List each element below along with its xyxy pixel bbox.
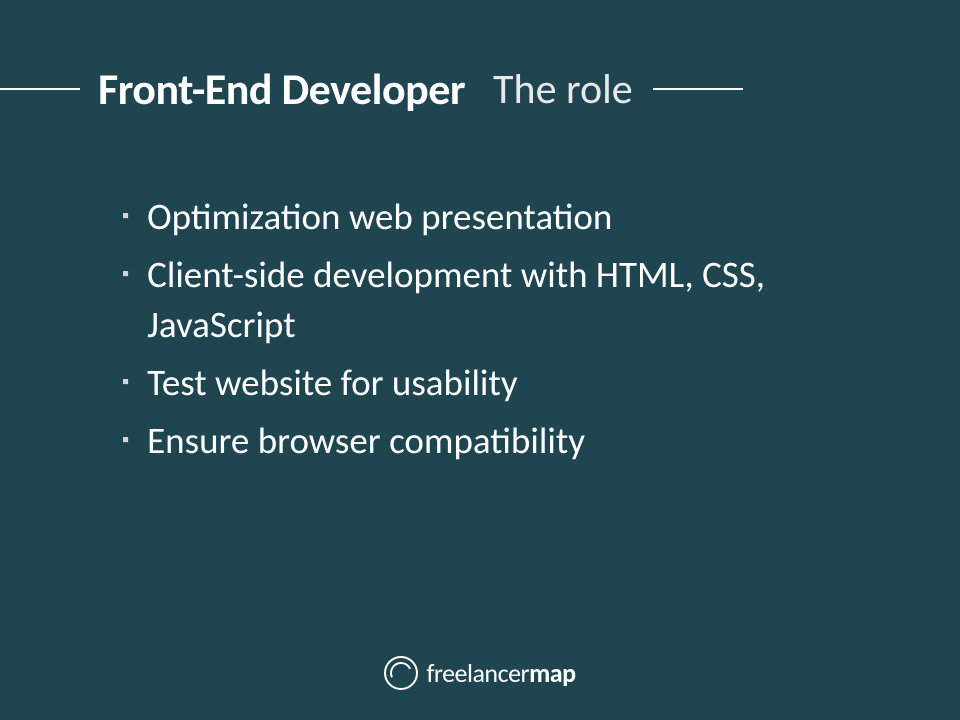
slide-title-main: Front-End Developer — [98, 62, 465, 116]
brand-name: freelancermap — [426, 657, 575, 689]
brand-prefix: freelancer — [426, 657, 529, 689]
list-item: ▪ Ensure browser compatibility — [122, 416, 880, 466]
slide-title-sub: The role — [493, 64, 633, 115]
bullet-marker-icon: ▪ — [122, 264, 129, 284]
header-line-right — [653, 88, 743, 90]
bullet-marker-icon: ▪ — [122, 206, 129, 226]
list-item: ▪ Client-side development with HTML, CSS… — [122, 250, 880, 350]
bullet-marker-icon: ▪ — [122, 372, 129, 392]
globe-icon — [384, 656, 418, 690]
bullet-text: Client-side development with HTML, CSS, … — [147, 250, 880, 350]
brand-suffix: map — [529, 657, 575, 689]
bullet-text: Ensure browser compatibility — [147, 416, 585, 466]
list-item: ▪ Optimization web presentation — [122, 192, 880, 242]
bullet-list: ▪ Optimization web presentation ▪ Client… — [122, 192, 880, 474]
list-item: ▪ Test website for usability — [122, 358, 880, 408]
bullet-text: Optimization web presentation — [147, 192, 612, 242]
bullet-text: Test website for usability — [147, 358, 517, 408]
bullet-marker-icon: ▪ — [122, 430, 129, 450]
slide-header: Front-End Developer The role — [0, 62, 960, 116]
header-line-left — [0, 88, 80, 90]
footer-logo: freelancermap — [0, 656, 960, 690]
